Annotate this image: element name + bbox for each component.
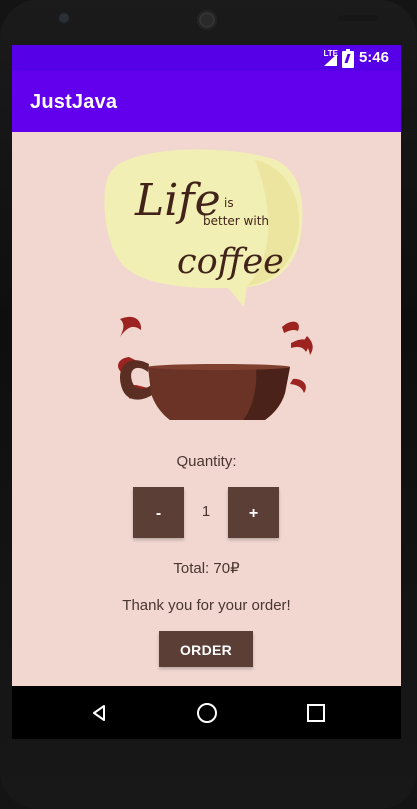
cup-rim xyxy=(148,364,290,370)
speaker-icon xyxy=(197,10,217,30)
signal-icon xyxy=(324,54,337,66)
home-icon[interactable] xyxy=(197,703,217,723)
app-title: JustJava xyxy=(30,91,118,113)
back-triangle xyxy=(93,705,105,721)
order-button[interactable]: ORDER xyxy=(159,631,253,667)
decrease-quantity-button[interactable]: - xyxy=(133,487,184,538)
phone-frame: LTE 5:46 JustJava Life is better with co… xyxy=(0,0,417,809)
coffee-illustration: Life is better with coffee xyxy=(104,149,313,420)
quantity-label: Quantity: xyxy=(176,453,237,470)
better-with-text: better with xyxy=(203,214,269,228)
sensor-icon xyxy=(338,15,378,21)
quantity-value: 1 xyxy=(201,503,211,520)
front-camera-icon xyxy=(58,12,70,24)
status-bar: LTE 5:46 xyxy=(12,45,401,71)
app-bar: JustJava xyxy=(12,71,401,132)
android-navigation-bar xyxy=(12,686,401,739)
thank-you-message: Thank you for your order! xyxy=(122,597,291,614)
overview-icon[interactable] xyxy=(307,704,325,722)
increase-quantity-button[interactable]: + xyxy=(228,487,279,538)
coffee-text: coffee xyxy=(177,242,284,282)
back-icon[interactable] xyxy=(90,704,108,722)
status-time: 5:46 xyxy=(358,49,389,66)
battery-icon xyxy=(342,49,354,68)
total-label: Total: 70₽ xyxy=(173,560,240,577)
is-text: is xyxy=(224,196,234,210)
app-screen: LTE 5:46 JustJava Life is better with co… xyxy=(12,45,401,739)
